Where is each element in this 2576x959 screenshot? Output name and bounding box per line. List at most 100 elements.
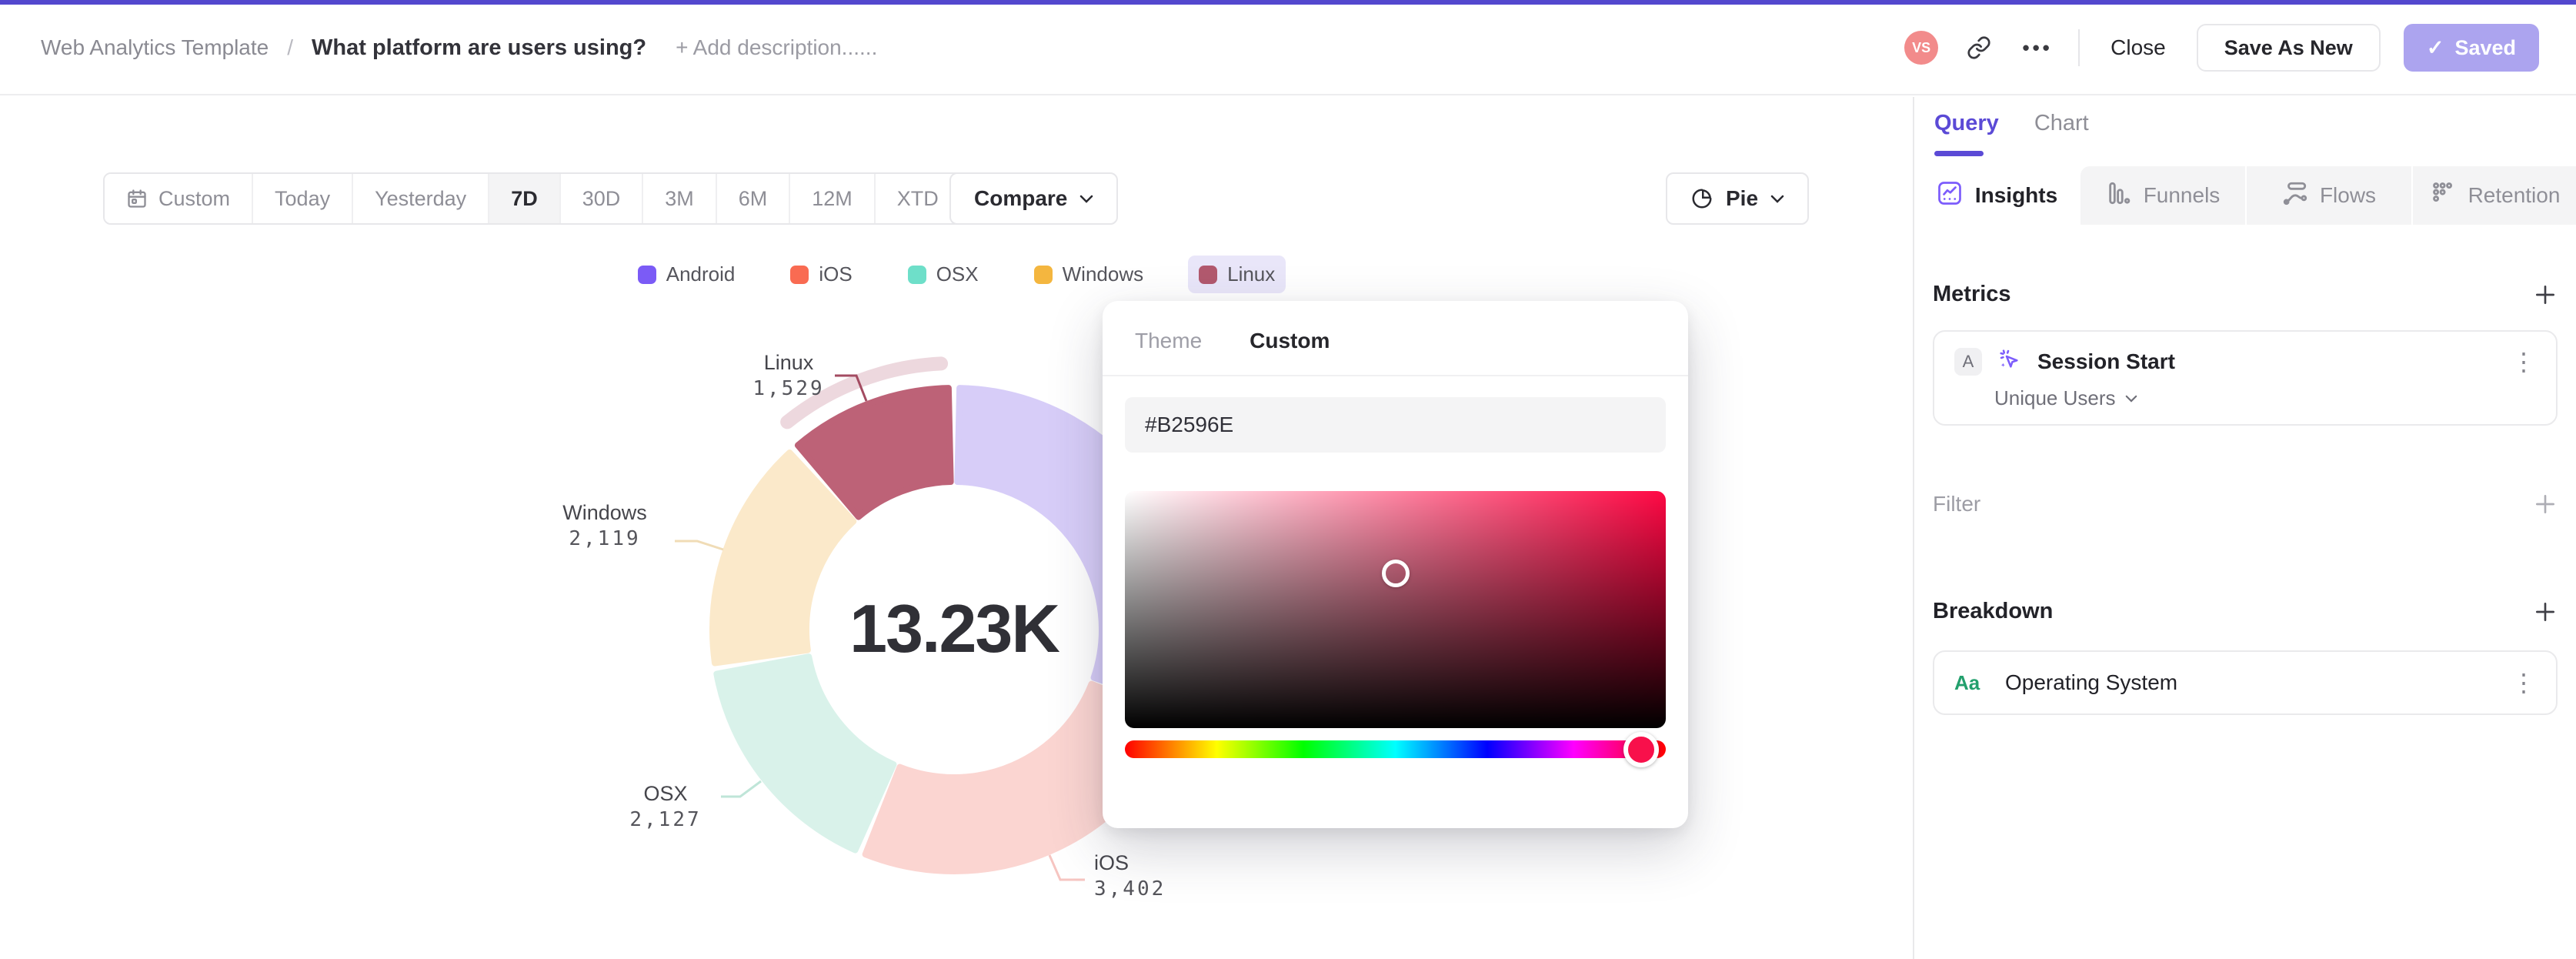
- tab-custom[interactable]: Custom: [1250, 329, 1330, 353]
- breakdown-header-row: Breakdown: [1933, 599, 2558, 624]
- page-title[interactable]: What platform are users using?: [312, 35, 646, 61]
- range-label: Yesterday: [375, 186, 467, 210]
- color-picker-tabs: Theme Custom: [1103, 301, 1688, 353]
- topbar-divider: [2078, 29, 2080, 66]
- range-12m[interactable]: 12M: [790, 174, 876, 223]
- breadcrumb-root[interactable]: Web Analytics Template: [41, 35, 269, 60]
- range-30d[interactable]: 30D: [560, 174, 644, 223]
- add-description-button[interactable]: + Add description......: [676, 35, 877, 60]
- tab-funnels[interactable]: Funnels: [2080, 166, 2247, 225]
- chart-legend: Android iOS OSX Windows Linux: [0, 256, 1913, 293]
- slice-label-linux: Linux 1,529: [752, 351, 825, 400]
- hue-slider[interactable]: [1125, 731, 1666, 767]
- add-metric-button[interactable]: [2533, 282, 2558, 307]
- query-sidebar: Query Chart Insights Funnels Flows Reten…: [1913, 97, 2576, 959]
- range-label: Today: [275, 186, 331, 210]
- aggregation-label: Unique Users: [1994, 386, 2116, 409]
- add-filter-button[interactable]: [2533, 492, 2558, 516]
- saturation-gradient[interactable]: [1125, 491, 1666, 728]
- legend-item-android[interactable]: Android: [627, 256, 746, 293]
- pie-slice-osx[interactable]: [713, 653, 897, 854]
- slice-label-osx: OSX 2,127: [629, 782, 702, 831]
- kebab-menu-icon[interactable]: ⋮: [2511, 670, 2536, 695]
- tab-label: Retention: [2468, 183, 2561, 207]
- metric-aggregation-dropdown[interactable]: Unique Users: [1934, 386, 2556, 410]
- legend-label: Linux: [1227, 262, 1276, 286]
- tab-label: Funnels: [2143, 183, 2221, 207]
- hex-color-input[interactable]: [1125, 397, 1666, 453]
- range-label: 7D: [511, 186, 538, 210]
- tab-retention[interactable]: Retention: [2413, 166, 2576, 225]
- tab-insights[interactable]: Insights: [1914, 166, 2080, 225]
- metric-card[interactable]: A Session Start ⋮ Unique Users: [1933, 330, 2558, 426]
- kebab-menu-icon[interactable]: ⋮: [2511, 349, 2536, 374]
- top-accent-bar: [0, 0, 2576, 5]
- range-3m[interactable]: 3M: [643, 174, 717, 223]
- save-as-new-button[interactable]: Save As New: [2196, 24, 2381, 72]
- chart-type-label: Pie: [1726, 186, 1759, 210]
- legend-item-ios[interactable]: iOS: [779, 256, 863, 293]
- compare-label: Compare: [974, 186, 1068, 210]
- share-link-icon[interactable]: [1961, 30, 1997, 65]
- legend-item-linux[interactable]: Linux: [1188, 256, 1286, 293]
- breadcrumb: Web Analytics Template / What platform a…: [41, 0, 877, 95]
- analysis-type-tabs: Insights Funnels Flows Retention: [1914, 166, 2576, 225]
- color-picker-popup: Theme Custom: [1103, 301, 1688, 828]
- slice-label-windows: Windows 2,119: [562, 501, 647, 550]
- metrics-header: Metrics: [1933, 282, 2011, 306]
- breakdown-card-row: Aa Operating System ⋮: [1934, 652, 2556, 713]
- tab-chart[interactable]: Chart: [2034, 111, 2089, 136]
- range-7d[interactable]: 7D: [489, 174, 561, 223]
- active-tab-underline: [1934, 151, 1984, 156]
- compare-button[interactable]: Compare: [949, 172, 1119, 225]
- range-6m[interactable]: 6M: [716, 174, 791, 223]
- label-leader-line: [721, 780, 762, 798]
- legend-swatch: [1199, 265, 1218, 284]
- gradient-cursor[interactable]: [1381, 559, 1410, 587]
- topbar: Web Analytics Template / What platform a…: [0, 0, 2576, 95]
- more-options-icon[interactable]: •••: [2020, 30, 2055, 65]
- funnels-icon: [2106, 180, 2132, 212]
- tab-label: Insights: [1974, 183, 2058, 207]
- legend-label: Android: [666, 262, 736, 286]
- close-button[interactable]: Close: [2103, 35, 2174, 60]
- breakdown-property: Operating System: [2005, 670, 2178, 694]
- legend-item-windows[interactable]: Windows: [1023, 256, 1154, 293]
- metric-card-row: A Session Start ⋮: [1934, 347, 2556, 376]
- cursor-sparkle-icon: [1997, 347, 2022, 376]
- metric-series-badge: A: [1954, 347, 1982, 376]
- breadcrumb-separator: /: [287, 35, 294, 59]
- hue-slider-handle[interactable]: [1623, 731, 1659, 767]
- label-leader-line: [675, 540, 724, 551]
- tab-theme[interactable]: Theme: [1135, 329, 1202, 353]
- add-breakdown-button[interactable]: [2533, 600, 2558, 624]
- legend-swatch: [1033, 265, 1053, 284]
- range-label: 12M: [812, 186, 853, 210]
- metrics-header-row: Metrics: [1933, 282, 2558, 307]
- check-icon: ✓: [2426, 35, 2444, 59]
- legend-swatch: [637, 265, 656, 284]
- saved-button[interactable]: ✓ Saved: [2403, 24, 2539, 72]
- filter-header: Filter: [1933, 492, 1981, 516]
- range-label: 6M: [738, 186, 768, 210]
- avatar[interactable]: VS: [1904, 31, 1939, 65]
- flows-icon: [2282, 180, 2308, 212]
- filter-header-row: Filter: [1933, 492, 2558, 516]
- topbar-actions: VS ••• Close Save As New ✓ Saved: [1904, 0, 2539, 95]
- range-today[interactable]: Today: [253, 174, 354, 223]
- range-yesterday[interactable]: Yesterday: [353, 174, 490, 223]
- tab-flows[interactable]: Flows: [2247, 166, 2413, 225]
- tab-query[interactable]: Query: [1934, 111, 1999, 136]
- breakdown-card[interactable]: Aa Operating System ⋮: [1933, 650, 2558, 715]
- legend-label: OSX: [936, 262, 979, 286]
- sidebar-tabs: Query Chart: [1934, 111, 2089, 136]
- range-label: 30D: [582, 186, 621, 210]
- legend-swatch: [790, 265, 809, 284]
- calendar-icon: [126, 188, 148, 209]
- range-custom[interactable]: Custom: [105, 174, 254, 223]
- legend-item-osx[interactable]: OSX: [897, 256, 989, 293]
- popup-divider: [1103, 375, 1688, 376]
- retention-icon: [2431, 180, 2457, 212]
- chart-type-button[interactable]: Pie: [1666, 172, 1810, 225]
- slice-label-ios: iOS 3,402: [1094, 851, 1166, 901]
